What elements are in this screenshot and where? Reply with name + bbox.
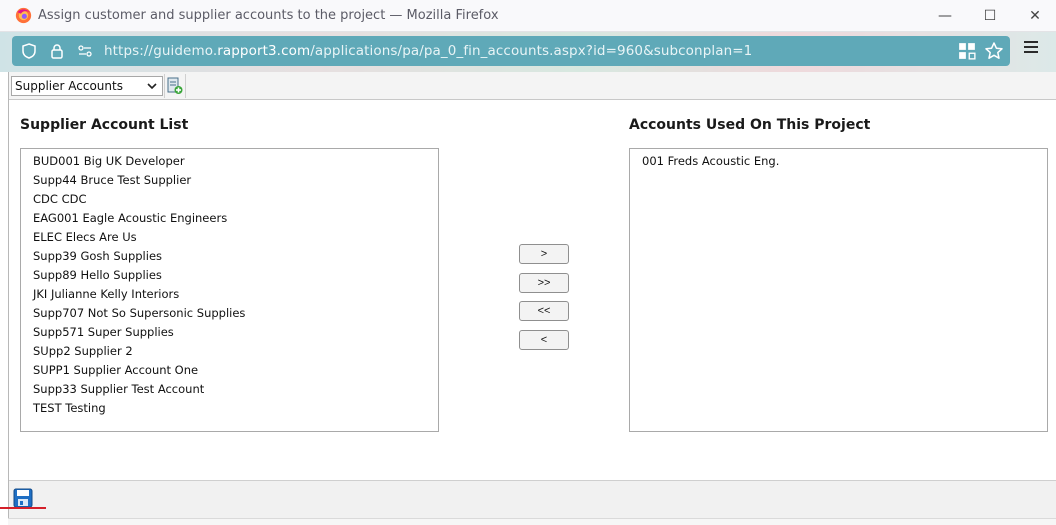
add-account-icon[interactable] [167,77,183,95]
list-item[interactable]: BUD001 Big UK Developer [33,152,438,171]
supplier-account-listbox[interactable]: BUD001 Big UK Developer Supp44 Bruce Tes… [20,148,439,432]
list-item[interactable]: SUPP1 Supplier Account One [33,361,438,380]
window-title: Assign customer and supplier accounts to… [38,8,499,23]
remove-selected-button[interactable]: < [519,330,569,350]
list-item[interactable]: EAG001 Eagle Acoustic Engineers [33,209,438,228]
list-item[interactable]: Supp33 Supplier Test Account [33,380,438,399]
url-domain: rapport3.com [217,43,311,59]
add-selected-button[interactable]: > [519,244,569,264]
account-type-select[interactable]: Supplier Accounts [11,76,163,96]
list-item[interactable]: Supp89 Hello Supplies [33,266,438,285]
list-item[interactable]: 001 Freds Acoustic Eng. [642,152,1047,171]
window-titlebar: Assign customer and supplier accounts to… [0,0,1056,32]
accounts-used-title: Accounts Used On This Project [629,117,871,133]
list-item[interactable]: Supp571 Super Supplies [33,323,438,342]
list-item[interactable]: SUpp2 Supplier 2 [33,342,438,361]
toolbar-divider [185,74,186,98]
list-item[interactable]: ELEC Elecs Are Us [33,228,438,247]
permissions-icon[interactable] [76,42,94,60]
window-bottom-edge [8,518,1056,525]
project-accounts-listbox[interactable]: 001 Freds Acoustic Eng. [629,148,1048,432]
address-bar[interactable]: https://guidemo.rapport3.com/application… [12,36,1010,66]
list-item[interactable]: Supp707 Not So Supersonic Supplies [33,304,438,323]
remove-all-button[interactable]: << [519,301,569,321]
list-item[interactable]: CDC CDC [33,190,438,209]
lock-icon[interactable] [48,42,66,60]
url-text[interactable]: https://guidemo.rapport3.com/application… [104,43,752,59]
minimize-button[interactable]: — [925,4,965,28]
tracking-shield-icon[interactable] [20,42,38,60]
page-footer [9,480,1056,518]
list-item[interactable]: JKI Julianne Kelly Interiors [33,285,438,304]
chevron-down-icon [147,83,157,90]
account-type-select-value: Supplier Accounts [15,79,123,93]
url-prefix: https://guidemo. [104,43,218,59]
close-window-button[interactable]: ✕ [1015,4,1055,28]
list-item[interactable]: Supp44 Bruce Test Supplier [33,171,438,190]
list-item[interactable]: TEST Testing [33,399,438,418]
supplier-account-list-title: Supplier Account List [20,117,189,133]
save-icon[interactable] [13,488,33,508]
toolbar-divider [164,74,165,98]
list-item[interactable]: Supp39 Gosh Supplies [33,247,438,266]
page-toolbar: Supplier Accounts [9,72,1056,100]
add-all-button[interactable]: >> [519,273,569,293]
hamburger-menu-icon[interactable] [1024,41,1044,61]
maximize-button[interactable]: ☐ [970,4,1010,28]
qr-code-icon[interactable] [958,42,976,60]
save-underline [0,507,46,509]
bookmark-star-icon[interactable] [984,41,1004,61]
navigation-bar: https://guidemo.rapport3.com/application… [0,32,1056,72]
firefox-logo-icon [15,7,32,24]
page-content: Supplier Accounts Supplier Account List … [8,72,1056,525]
url-path: /applications/pa/pa_0_fin_accounts.aspx?… [310,43,753,59]
